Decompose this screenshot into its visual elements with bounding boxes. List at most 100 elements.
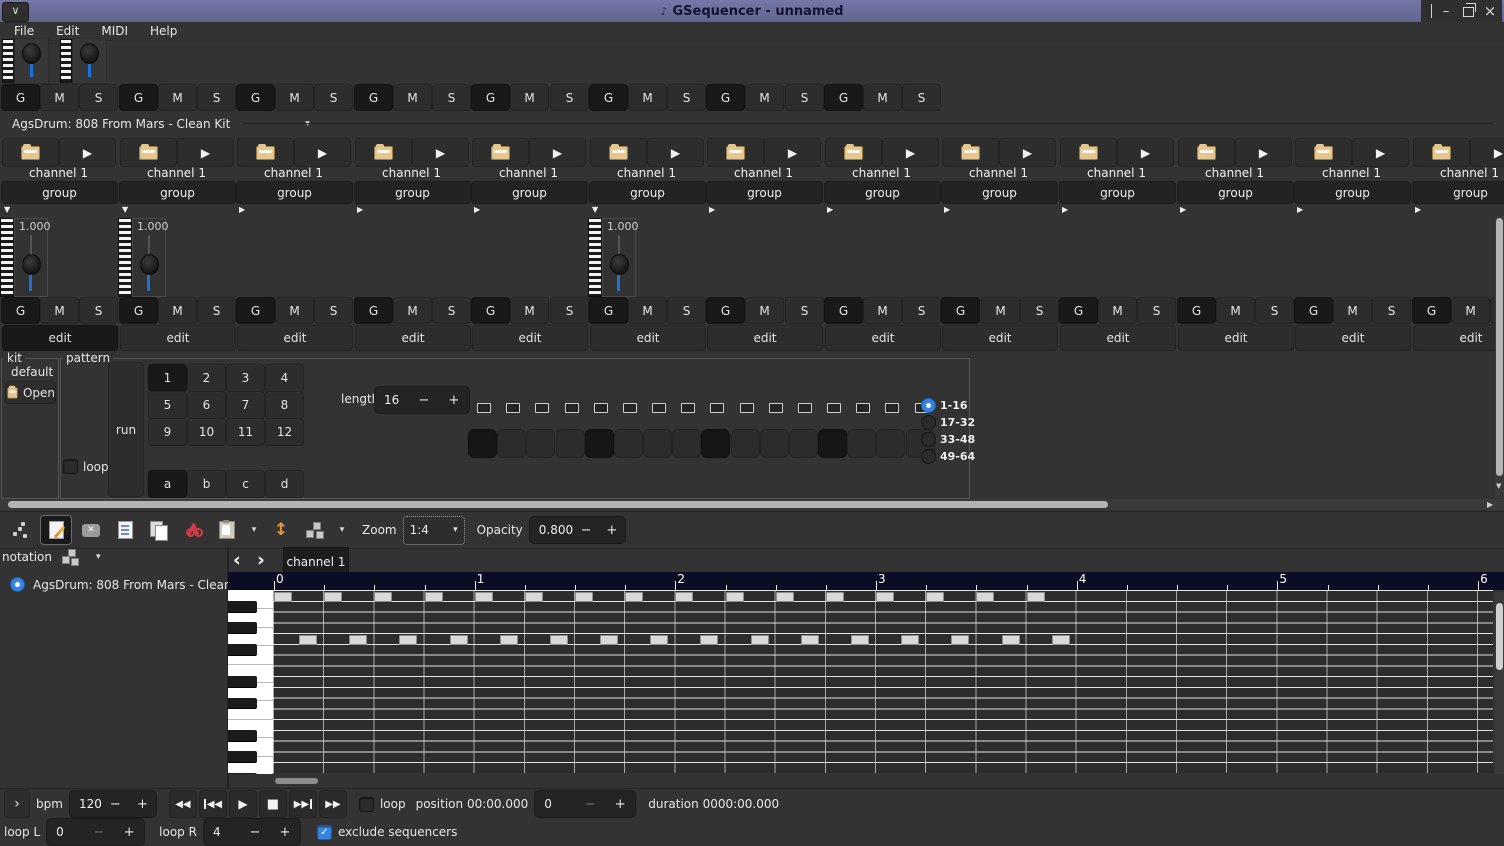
gms-s-button[interactable]: S bbox=[1020, 297, 1059, 324]
gms-g-button[interactable]: G bbox=[1, 297, 40, 324]
channel-fader[interactable]: 1.000 bbox=[602, 218, 636, 297]
edit-button[interactable]: edit bbox=[942, 325, 1058, 351]
gms-s-button[interactable]: S bbox=[550, 84, 589, 111]
bank-2-button[interactable]: 2 bbox=[187, 364, 226, 392]
gms-g-button[interactable]: G bbox=[589, 297, 628, 324]
offset-radio[interactable] bbox=[921, 449, 936, 464]
position-minus-button[interactable]: − bbox=[575, 791, 605, 817]
channel-fader-knob[interactable] bbox=[22, 254, 41, 275]
black-key[interactable] bbox=[228, 730, 257, 742]
note[interactable] bbox=[324, 592, 342, 602]
gms-m-button[interactable]: M bbox=[745, 84, 784, 111]
gms-g-button[interactable]: G bbox=[706, 84, 745, 111]
gms-s-button[interactable]: S bbox=[785, 84, 824, 111]
gms-s-button[interactable]: S bbox=[79, 297, 118, 324]
gms-m-button[interactable]: M bbox=[275, 297, 314, 324]
machine-hscroll-track[interactable]: ▶ bbox=[0, 499, 1504, 510]
master-fader-knob[interactable] bbox=[80, 43, 99, 64]
gms-g-button[interactable]: G bbox=[1059, 297, 1098, 324]
channel-expander[interactable]: ▶ bbox=[827, 205, 833, 214]
black-key[interactable] bbox=[228, 676, 257, 688]
bpm-value[interactable]: 120 bbox=[70, 797, 102, 811]
gms-s-button[interactable]: S bbox=[79, 84, 118, 111]
channel-expander[interactable]: ▶ bbox=[1180, 205, 1186, 214]
gms-m-button[interactable]: M bbox=[275, 84, 314, 111]
gms-s-button[interactable]: S bbox=[1372, 297, 1411, 324]
menu-midi[interactable]: MIDI bbox=[95, 23, 134, 39]
loop-l-plus-button[interactable]: + bbox=[114, 819, 144, 845]
bpm-plus-button[interactable]: + bbox=[129, 791, 156, 817]
gms-m-button[interactable]: M bbox=[863, 297, 902, 324]
note[interactable] bbox=[951, 635, 969, 645]
open-pad-button[interactable] bbox=[2, 138, 59, 167]
edit-button[interactable]: edit bbox=[120, 325, 236, 351]
open-pad-button[interactable] bbox=[1060, 138, 1117, 167]
piano-keyboard[interactable] bbox=[228, 590, 273, 774]
gms-s-button[interactable]: S bbox=[667, 84, 706, 111]
pattern-pad-1[interactable] bbox=[468, 429, 497, 458]
note[interactable] bbox=[901, 635, 919, 645]
note[interactable] bbox=[1027, 592, 1045, 602]
note[interactable] bbox=[550, 635, 568, 645]
close-button[interactable]: × bbox=[1482, 3, 1498, 19]
channel-expander[interactable]: ▶ bbox=[239, 205, 245, 214]
offset-option-49-64[interactable]: 49-64 bbox=[921, 448, 975, 465]
tools-button[interactable] bbox=[300, 516, 330, 544]
edit-button[interactable]: edit bbox=[355, 325, 471, 351]
open-pad-button[interactable] bbox=[1178, 138, 1235, 167]
group-button[interactable]: group bbox=[1, 181, 118, 204]
loop-r-value[interactable]: 4 bbox=[204, 825, 240, 839]
group-button[interactable]: group bbox=[706, 181, 823, 204]
tab-next-button[interactable]: › bbox=[257, 551, 265, 570]
pattern-pad-7[interactable] bbox=[643, 429, 672, 458]
gms-s-button[interactable]: S bbox=[902, 84, 941, 111]
open-pad-button[interactable] bbox=[1295, 138, 1352, 167]
note[interactable] bbox=[625, 592, 643, 602]
open-pad-button[interactable] bbox=[590, 138, 647, 167]
black-key[interactable] bbox=[228, 773, 257, 774]
channel-expander[interactable]: ▶ bbox=[474, 205, 480, 214]
black-key[interactable] bbox=[228, 622, 257, 634]
gms-g-button[interactable]: G bbox=[354, 84, 393, 111]
open-pad-button[interactable] bbox=[472, 138, 529, 167]
black-key[interactable] bbox=[228, 601, 257, 613]
group-button[interactable]: group bbox=[1059, 181, 1176, 204]
pattern-pad-9[interactable] bbox=[701, 429, 730, 458]
note[interactable] bbox=[976, 592, 994, 602]
group-button[interactable]: group bbox=[589, 181, 706, 204]
pattern-pad-10[interactable] bbox=[731, 429, 760, 458]
master-fader-knob[interactable] bbox=[22, 43, 41, 64]
play-pad-button[interactable]: ▶ bbox=[999, 138, 1056, 167]
group-button[interactable]: group bbox=[471, 181, 588, 204]
note[interactable] bbox=[399, 635, 417, 645]
pattern-pad-3[interactable] bbox=[526, 429, 555, 458]
gms-s-button[interactable]: S bbox=[1137, 297, 1176, 324]
gms-s-button[interactable]: S bbox=[432, 84, 471, 111]
group-button[interactable]: group bbox=[1294, 181, 1411, 204]
loop-l-value[interactable]: 0 bbox=[47, 825, 84, 839]
play-pad-button[interactable]: ▶ bbox=[1352, 138, 1409, 167]
notation-source-row[interactable]: AgsDrum: 808 From Mars - Clean Kit bbox=[10, 577, 251, 592]
play-pad-button[interactable]: ▶ bbox=[294, 138, 351, 167]
loop-r-minus-button[interactable]: − bbox=[240, 819, 270, 845]
note[interactable] bbox=[801, 635, 819, 645]
note[interactable] bbox=[675, 592, 693, 602]
play-pad-button[interactable]: ▶ bbox=[764, 138, 821, 167]
gms-g-button[interactable]: G bbox=[1, 84, 40, 111]
master-fader-slider[interactable] bbox=[72, 38, 107, 84]
note[interactable] bbox=[299, 635, 317, 645]
bank-12-button[interactable]: 12 bbox=[265, 418, 304, 446]
exclude-sequencers-checkbox[interactable]: ✓ bbox=[317, 825, 332, 840]
tab-channel-1[interactable]: channel 1 bbox=[283, 547, 349, 575]
master-fader-slider[interactable] bbox=[14, 38, 49, 84]
pattern-pad-15[interactable] bbox=[876, 429, 905, 458]
length-plus-button[interactable]: + bbox=[439, 387, 469, 413]
gms-g-button[interactable]: G bbox=[941, 297, 980, 324]
note[interactable] bbox=[425, 592, 443, 602]
bank-6-button[interactable]: 6 bbox=[187, 391, 226, 419]
paste-button[interactable] bbox=[212, 516, 242, 544]
gms-s-button[interactable]: S bbox=[785, 297, 824, 324]
gms-m-button[interactable]: M bbox=[510, 84, 549, 111]
gms-g-button[interactable]: G bbox=[824, 297, 863, 324]
notation-hscroll-track[interactable] bbox=[230, 777, 1504, 786]
